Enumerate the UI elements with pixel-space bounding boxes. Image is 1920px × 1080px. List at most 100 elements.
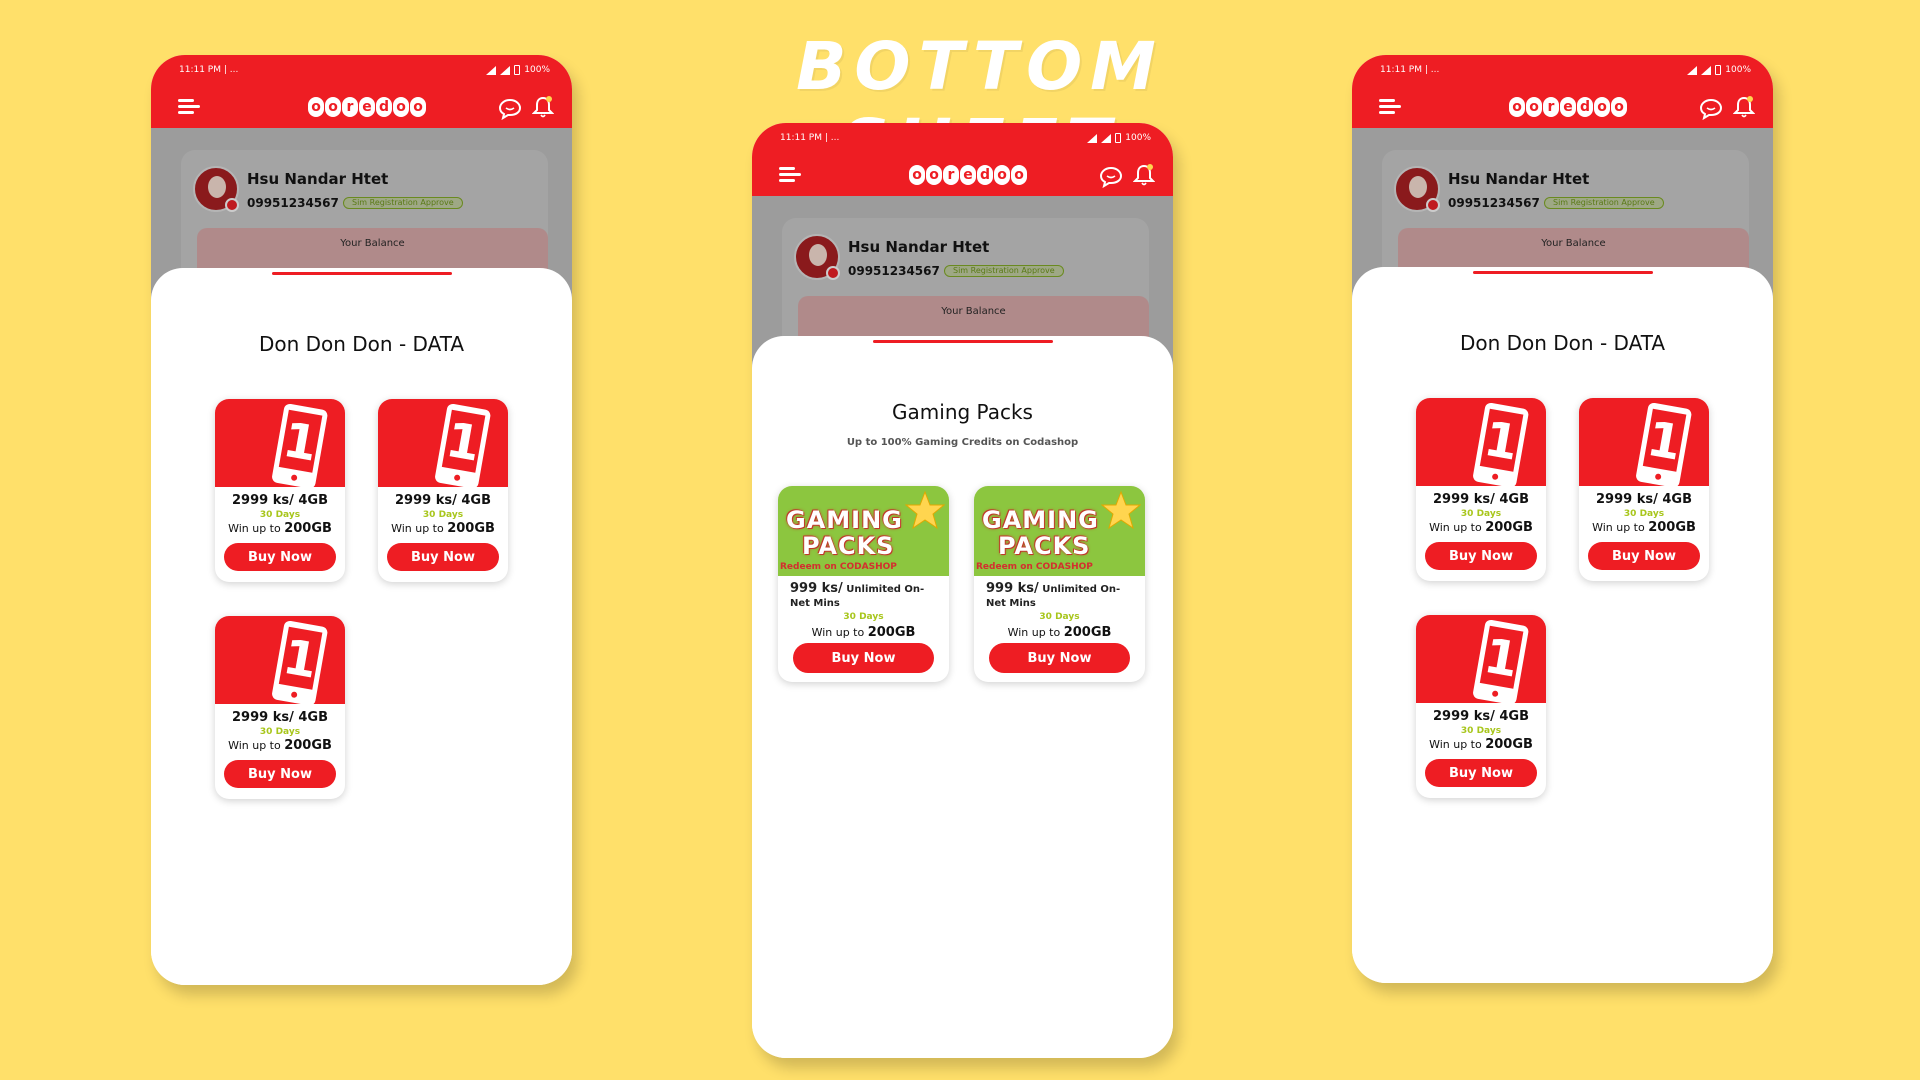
profile-name: Hsu Nandar Htet [848,238,990,256]
phone-left: 11:11 PM | ... 100% ooredoo Hsu Nandar H… [151,55,572,985]
bell-icon[interactable] [532,95,554,119]
pack-validity: 30 Days [422,510,464,520]
menu-icon[interactable] [1379,98,1401,116]
pack-validity: 30 Days [843,612,884,622]
pack-image: 1 [1416,615,1546,703]
buy-now-button[interactable]: Buy Now [1425,542,1537,570]
pack-price: 2999 ks/ 4GB [232,493,328,508]
pack-image: 1 [378,399,508,487]
pack-image: 1 [1579,398,1709,486]
data-pack-card: 1 2999 ks/ 4GB 30 Days Win up to 200GB B… [215,399,345,582]
battery-level: 100% [1725,65,1751,75]
bell-icon[interactable] [1133,163,1155,187]
chat-icon[interactable] [1699,97,1723,121]
pack-price: 2999 ks/ 4GB [1433,709,1529,724]
chat-icon[interactable] [498,97,522,121]
profile-number: 09951234567 [1448,196,1540,210]
status-time: 11:11 PM | ... [179,65,239,75]
chat-icon[interactable] [1099,165,1123,189]
battery-icon [1115,133,1122,143]
buy-now-button[interactable]: Buy Now [1588,542,1700,570]
status-bar: 11:11 PM | ... 100% [780,133,1151,145]
status-time: 11:11 PM | ... [1380,65,1440,75]
pack-prize: Win up to 200GB [811,625,916,640]
pack-price: 999 ks/ Unlimited On-Net Mins [790,581,925,610]
data-pack-card: 1 2999 ks/ 4GB 30 Days Win up to 200GB B… [1579,398,1709,581]
signal-icon [500,65,511,75]
battery-icon [1715,65,1722,75]
signal-icon [1687,65,1698,75]
balance-label: Your Balance [340,238,405,249]
data-pack-card: 1 2999 ks/ 4GB 30 Days Win up to 200GB B… [1416,615,1546,798]
sheet-title: Don Don Don - DATA [258,332,465,356]
sheet-title: Don Don Don - DATA [1459,331,1666,355]
data-pack-card: 1 2999 ks/ 4GB 30 Days Win up to 200GB B… [215,616,345,799]
data-pack-card: 1 2999 ks/ 4GB 30 Days Win up to 200GB B… [1416,398,1546,581]
pack-prize: Win up to 200GB [391,521,495,536]
pack-price: 2999 ks/ 4GB [395,493,491,508]
app-bar: 11:11 PM | ... 100% ooredoo [752,123,1173,196]
status-badge: Sim Registration Approve [1544,197,1664,209]
sheet-drag-handle[interactable] [271,272,452,275]
pack-validity: 30 Days [259,510,301,520]
avatar [193,166,239,212]
pack-prize: Win up to 200GB [1429,520,1533,535]
sheet-drag-handle[interactable] [1472,271,1653,274]
buy-now-button[interactable]: Buy Now [989,643,1130,673]
sheet-subtitle: Up to 100% Gaming Credits on Codashop [846,437,1079,448]
pack-price: 2999 ks/ 4GB [232,710,328,725]
pack-prize: Win up to 200GB [1592,520,1696,535]
signal-icon [1701,65,1712,75]
signal-icon [1101,133,1112,143]
phone-right: 11:11 PM | ... 100% ooredoo Hsu Nandar H… [1352,55,1773,983]
ooredoo-logo: ooredoo [909,165,1027,185]
balance-label: Your Balance [1541,238,1606,249]
pack-validity: 30 Days [1460,509,1502,519]
app-bar: 11:11 PM | ... 100% ooredoo [1352,55,1773,128]
profile-name: Hsu Nandar Htet [1448,170,1590,188]
ooredoo-logo: ooredoo [1509,97,1627,117]
status-badge: Sim Registration Approve [343,197,463,209]
profile-number: 09951234567 [247,196,339,210]
avatar [1394,166,1440,212]
bottom-sheet: Don Don Don - DATA 1 2999 ks/ 4GB 30 Day… [151,268,572,985]
pack-price: 2999 ks/ 4GB [1433,492,1529,507]
status-time: 11:11 PM | ... [780,133,840,143]
pack-prize: Win up to 200GB [228,521,332,536]
buy-now-button[interactable]: Buy Now [793,643,934,673]
pack-validity: 30 Days [1623,509,1665,519]
battery-icon [514,65,521,75]
pack-validity: 30 Days [259,727,301,737]
pack-price: 999 ks/ Unlimited On-Net Mins [986,581,1121,610]
battery-level: 100% [1125,133,1151,143]
pack-prize: Win up to 200GB [228,738,332,753]
buy-now-button[interactable]: Buy Now [1425,759,1537,787]
pack-image: GAMING PACKS Redeem on CODASHOP [778,486,949,576]
phone-center: 11:11 PM | ... 100% ooredoo Hsu Nandar H… [752,123,1173,1058]
buy-now-button[interactable]: Buy Now [387,543,499,571]
battery-level: 100% [524,65,550,75]
buy-now-button[interactable]: Buy Now [224,760,336,788]
pack-validity: 30 Days [1460,726,1502,736]
pack-validity: 30 Days [1039,612,1080,622]
pack-image: 1 [215,616,345,704]
gaming-pack-card: GAMING PACKS Redeem on CODASHOP 999 ks/ … [974,486,1145,682]
pack-prize: Win up to 200GB [1429,737,1533,752]
buy-now-button[interactable]: Buy Now [224,543,336,571]
pack-image: 1 [215,399,345,487]
bottom-sheet: Don Don Don - DATA 1 2999 ks/ 4GB 30 Day… [1352,267,1773,983]
data-pack-card: 1 2999 ks/ 4GB 30 Days Win up to 200GB B… [378,399,508,582]
pack-image: 1 [1416,398,1546,486]
app-bar: 11:11 PM | ... 100% ooredoo [151,55,572,128]
menu-icon[interactable] [779,166,801,184]
signal-icon [1087,133,1098,143]
status-badge: Sim Registration Approve [944,265,1064,277]
star-icon [905,490,945,530]
menu-icon[interactable] [178,98,200,116]
bell-icon[interactable] [1733,95,1755,119]
sheet-drag-handle[interactable] [872,340,1053,343]
pack-prize: Win up to 200GB [1007,625,1112,640]
sheet-title: Gaming Packs [892,400,1033,424]
status-bar: 11:11 PM | ... 100% [179,65,550,77]
profile-number: 09951234567 [848,264,940,278]
